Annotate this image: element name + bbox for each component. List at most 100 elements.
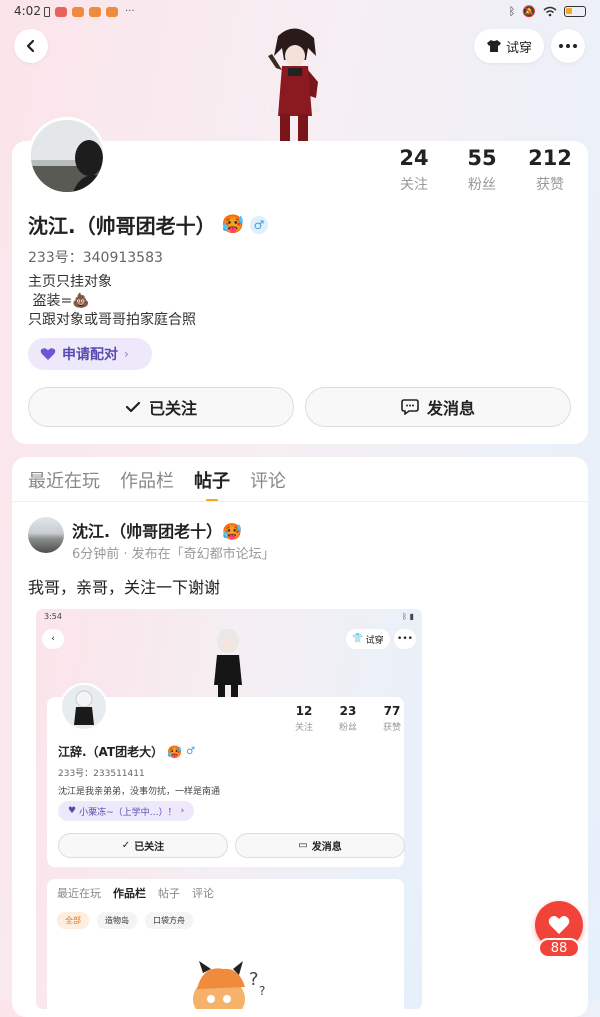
svg-text:?: ? bbox=[259, 984, 265, 998]
stat-value: 24 bbox=[399, 146, 429, 170]
stat-followers[interactable]: 55 粉丝 bbox=[452, 146, 512, 194]
stat-likes[interactable]: 212 获赞 bbox=[520, 146, 580, 194]
embedded-tryon-button: 👕 试穿 bbox=[346, 629, 390, 649]
embedded-status-time: 3:54 bbox=[44, 612, 62, 621]
stat-label: 关注 bbox=[294, 723, 313, 733]
tab-works[interactable]: 作品栏 bbox=[120, 467, 174, 493]
message-label: 发消息 bbox=[426, 399, 475, 418]
tab-comments[interactable]: 评论 bbox=[250, 467, 286, 493]
embedded-tab-works: 作品栏 bbox=[113, 887, 146, 900]
embedded-pair-label: 小栗冻~（上学中…）！ bbox=[79, 807, 177, 818]
embedded-profile-uid: 233号：233511411 bbox=[58, 769, 145, 779]
embedded-tab-comments: 评论 bbox=[192, 887, 214, 900]
more-notifications-icon: ··· bbox=[125, 6, 135, 17]
stat-following[interactable]: 24 关注 bbox=[384, 146, 444, 194]
heart-pair-icon: ♥ bbox=[68, 806, 77, 816]
heart-icon bbox=[548, 916, 570, 934]
embedded-avatar-photo bbox=[74, 690, 94, 725]
message-button[interactable]: 发消息 bbox=[305, 387, 571, 427]
wifi-icon bbox=[543, 6, 557, 17]
embedded-profile-avatar bbox=[60, 683, 108, 731]
post-meta[interactable]: 6分钟前 · 发布在「奇幻都市论坛」 bbox=[72, 543, 275, 562]
back-button[interactable] bbox=[14, 29, 48, 63]
tab-posts[interactable]: 帖子 bbox=[194, 467, 230, 493]
embedded-follow-button: ✓ 已关注 bbox=[58, 833, 228, 858]
embedded-more-icon: ••• bbox=[394, 629, 416, 649]
embedded-filter-chips: 全部 造物岛 口袋方舟 bbox=[57, 912, 193, 929]
profile-bio: 主页只挂对象 盗装=💩 只跟对象或哥哥拍家庭合照 bbox=[28, 273, 196, 330]
tshirt-icon bbox=[486, 40, 501, 52]
avatar-character-figure bbox=[268, 28, 320, 142]
gender-male-icon: ♂ bbox=[250, 215, 269, 234]
pair-label: 申请配对 bbox=[62, 347, 118, 363]
tshirt-icon: 👕 bbox=[352, 634, 364, 644]
app-notification-icon bbox=[106, 6, 118, 17]
chevron-right-icon: › bbox=[180, 806, 185, 816]
status-bar: 4:02 ··· ᛒ 🔕 bbox=[0, 0, 600, 26]
embedded-stat-likes: 77 获赞 bbox=[372, 704, 412, 733]
status-system-icons: ᛒ 🔕 bbox=[509, 5, 586, 18]
sim-icon bbox=[44, 6, 50, 17]
embedded-tab-recent: 最近在玩 bbox=[57, 887, 101, 900]
embedded-tab-posts: 帖子 bbox=[158, 887, 180, 900]
more-button[interactable] bbox=[551, 29, 585, 63]
chevron-right-icon: › bbox=[124, 347, 129, 361]
request-pair-button[interactable]: 申请配对 › bbox=[28, 338, 152, 370]
stat-value: 12 bbox=[295, 704, 313, 718]
chat-bubble-icon: ▭ bbox=[298, 840, 308, 851]
embedded-stat-followers: 23 粉丝 bbox=[328, 704, 368, 733]
profile-avatar[interactable] bbox=[28, 117, 106, 195]
app-notification-icon bbox=[89, 6, 101, 17]
app-notification-icon bbox=[55, 6, 67, 17]
bio-line: 盗装=💩 bbox=[28, 293, 90, 309]
embedded-profile-bio: 沈江是我亲弟弟，没事勿扰，一样是南通 bbox=[58, 787, 221, 797]
app-notification-icon bbox=[72, 6, 84, 17]
more-dots-icon bbox=[559, 44, 577, 48]
bluetooth-icon: ᛒ bbox=[508, 5, 516, 18]
bio-line: 主页只挂对象 bbox=[28, 274, 112, 290]
stat-value: 55 bbox=[467, 146, 497, 170]
embedded-feed-card: 最近在玩 作品栏 帖子 评论 全部 造物岛 口袋方舟 ? ? bbox=[47, 879, 404, 1009]
tab-recent-play[interactable]: 最近在玩 bbox=[28, 467, 100, 493]
profile-uid[interactable]: 233号：340913583 bbox=[28, 247, 163, 267]
embedded-message-button: ▭ 发消息 bbox=[235, 833, 405, 858]
post-image[interactable]: 3:54 ᛒ ▮ ‹ 👕 试穿 ••• 12 关注 23 粉丝 77 获赞 江辞… bbox=[36, 609, 422, 1009]
gender-male-icon: ♂ bbox=[186, 746, 196, 757]
embedded-chip: 全部 bbox=[57, 912, 89, 929]
chevron-left-icon bbox=[26, 39, 35, 53]
tryon-button[interactable]: 试穿 bbox=[474, 29, 544, 63]
embedded-follow-label: 已关注 bbox=[134, 842, 165, 853]
stat-value: 77 bbox=[383, 704, 401, 718]
embedded-status-icons: ᛒ ▮ bbox=[402, 612, 414, 621]
status-notifications: ··· bbox=[44, 6, 135, 17]
embedded-avatar-figure bbox=[214, 629, 242, 703]
like-count: 88 bbox=[538, 938, 580, 958]
mute-icon: 🔕 bbox=[522, 5, 536, 18]
profile-name-row: 沈江.（帅哥团老十） 🥵 ♂ bbox=[28, 210, 269, 239]
follow-button[interactable]: 已关注 bbox=[28, 387, 294, 427]
follow-label: 已关注 bbox=[148, 399, 197, 418]
post-author-avatar[interactable] bbox=[28, 517, 64, 553]
divider bbox=[12, 501, 588, 502]
stat-label: 关注 bbox=[400, 177, 428, 193]
feed-card: 最近在玩 作品栏 帖子 评论 沈江.（帅哥团老十）🥵 6分钟前 · 发布在「奇幻… bbox=[12, 457, 588, 1017]
post-text[interactable]: 我哥，亲哥，关注一下谢谢 bbox=[28, 574, 220, 598]
status-emoji: 🥵 bbox=[221, 214, 245, 235]
embedded-chip: 造物岛 bbox=[97, 912, 137, 929]
tryon-label: 试穿 bbox=[505, 40, 532, 56]
svg-text:?: ? bbox=[249, 969, 259, 990]
post-author-name[interactable]: 沈江.（帅哥团老十）🥵 bbox=[72, 518, 242, 542]
embedded-message-label: 发消息 bbox=[311, 842, 342, 853]
embedded-status-emoji: 🥵 bbox=[167, 744, 183, 759]
battery-icon bbox=[564, 6, 586, 17]
embedded-stat-following: 12 关注 bbox=[284, 704, 324, 733]
stat-label: 粉丝 bbox=[338, 723, 357, 733]
check-icon: ✓ bbox=[121, 840, 131, 851]
embedded-profile-name-row: 江辞.（AT团老大） 🥵 ♂ bbox=[58, 743, 195, 760]
embedded-tryon-label: 试穿 bbox=[365, 635, 384, 646]
empty-state-mascot-icon: ? ? bbox=[193, 961, 265, 1009]
heart-pair-icon bbox=[40, 348, 56, 360]
stat-value: 23 bbox=[339, 704, 357, 718]
stat-label: 获赞 bbox=[536, 177, 564, 193]
status-time: 4:02 bbox=[14, 4, 41, 18]
